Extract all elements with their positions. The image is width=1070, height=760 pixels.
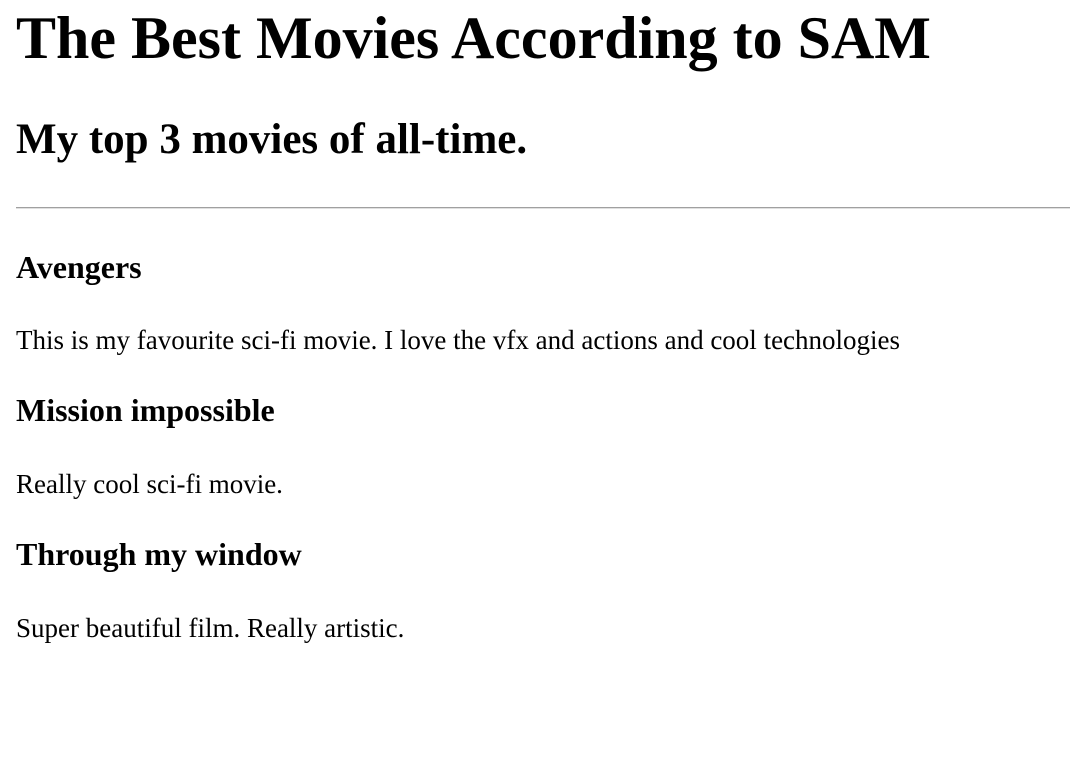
page-title: The Best Movies According to SAM: [16, 5, 931, 71]
movie-entry-through-my-window: Through my window Super beautiful film. …: [16, 500, 1070, 644]
movie-entry-mission-impossible: Mission impossible Really cool sci-fi mo…: [16, 356, 1070, 500]
movie-title: Avengers: [16, 249, 142, 285]
movie-description: Really cool sci-fi movie.: [16, 469, 283, 499]
page-subtitle: My top 3 movies of all-time.: [16, 116, 528, 163]
movie-description: Super beautiful film. Really artistic.: [16, 613, 405, 643]
movie-title: Through my window: [16, 536, 302, 572]
movie-entry-avengers: Avengers This is my favourite sci-fi mov…: [16, 209, 1070, 356]
page-content: The Best Movies According to SAM My top …: [0, 0, 1070, 644]
movie-title: Mission impossible: [16, 392, 275, 428]
movie-description: This is my favourite sci-fi movie. I lov…: [16, 325, 901, 355]
